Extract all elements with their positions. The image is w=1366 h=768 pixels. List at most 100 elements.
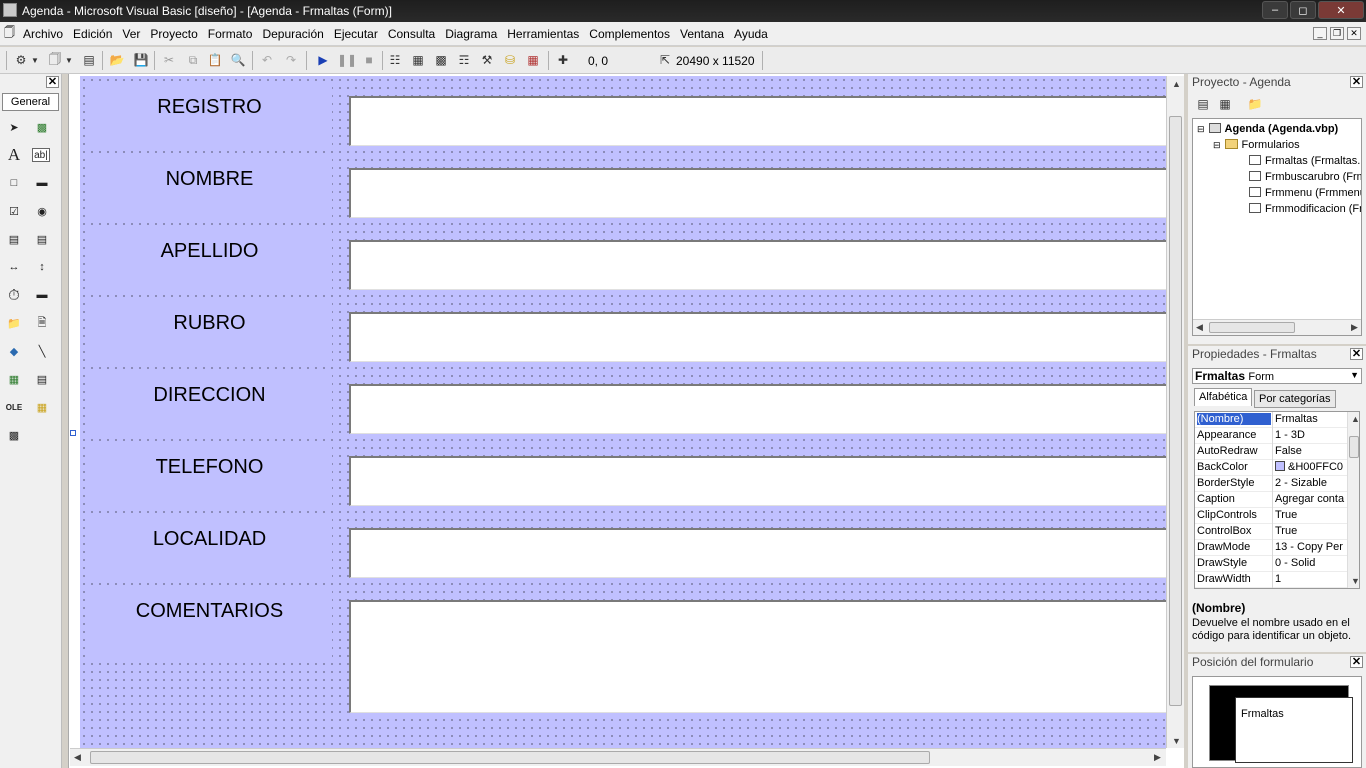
scroll-up-icon[interactable]: ▲: [1172, 79, 1181, 89]
save-icon[interactable]: 💾: [132, 51, 150, 69]
menu-archivo[interactable]: Archivo: [23, 27, 63, 41]
data-view-icon[interactable]: ⛁: [501, 51, 519, 69]
find-icon[interactable]: 🔍: [229, 51, 247, 69]
mdi-minimize-button[interactable]: _: [1313, 27, 1327, 40]
textbox-nombre[interactable]: [349, 168, 1166, 218]
properties-close-icon[interactable]: ✕: [1350, 348, 1363, 360]
prop-row-appearance[interactable]: Appearance 1 - 3D: [1195, 428, 1347, 444]
prop-row-caption[interactable]: Caption Agregar conta: [1195, 492, 1347, 508]
custom-control-2-icon[interactable]: ▩: [4, 425, 24, 445]
menu-ejecutar[interactable]: Ejecutar: [334, 27, 378, 41]
hscrollbar-icon[interactable]: ↔: [4, 257, 24, 277]
menu-herramientas[interactable]: Herramientas: [507, 27, 579, 41]
form-preview[interactable]: Frmaltas: [1235, 697, 1353, 763]
prop-value[interactable]: False: [1275, 445, 1345, 457]
cut-icon[interactable]: ✂: [160, 51, 178, 69]
scroll-right-icon[interactable]: ▶: [1351, 322, 1358, 333]
prop-row-nombre[interactable]: (Nombre) Frmaltas: [1195, 412, 1347, 428]
label-apellido[interactable]: APELLIDO: [87, 230, 332, 294]
toggle-folders-icon[interactable]: 📁: [1246, 95, 1264, 113]
scroll-down-icon[interactable]: ▼: [1172, 736, 1181, 746]
prop-row-clipcontrols[interactable]: ClipControls True: [1195, 508, 1347, 524]
prop-value[interactable]: 1: [1275, 573, 1345, 585]
data-icon[interactable]: ▤: [32, 369, 52, 389]
tab-alfabetica[interactable]: Alfabética: [1194, 388, 1253, 406]
prop-row-drawstyle[interactable]: DrawStyle 0 - Solid: [1195, 556, 1347, 572]
minimize-button[interactable]: –: [1262, 1, 1288, 19]
vscrollbar-icon[interactable]: ↕: [32, 257, 52, 277]
pause-icon[interactable]: ❚❚: [337, 51, 357, 69]
ole-icon[interactable]: OLE: [4, 397, 24, 417]
designer-horizontal-scrollbar[interactable]: ◀ ▶: [70, 748, 1166, 766]
object-browser-icon[interactable]: ☶: [455, 51, 473, 69]
prop-row-backcolor[interactable]: BackColor &H00FFC0: [1195, 460, 1347, 476]
textbox-localidad[interactable]: [349, 528, 1166, 578]
textbox-icon[interactable]: ab|: [32, 148, 50, 162]
label-registro[interactable]: REGISTRO: [87, 86, 332, 150]
scroll-down-icon[interactable]: ▼: [1351, 576, 1359, 586]
maximize-button[interactable]: ◻: [1290, 1, 1316, 19]
project-horizontal-scrollbar[interactable]: ◀ ▶: [1193, 319, 1361, 335]
properties-scroll-thumb[interactable]: [1349, 436, 1359, 458]
image-icon[interactable]: ▦: [4, 369, 24, 389]
horizontal-scroll-thumb[interactable]: [90, 751, 930, 764]
project-explorer-icon[interactable]: ☷: [386, 51, 404, 69]
toolbox-general-tab[interactable]: General: [2, 93, 59, 111]
prop-value[interactable]: 2 - Sizable: [1275, 477, 1345, 489]
prop-value[interactable]: Agregar conta: [1275, 493, 1345, 505]
listbox-icon[interactable]: ▤: [32, 229, 52, 249]
filelistbox-icon[interactable]: 🗎: [32, 313, 52, 333]
component-manager-icon[interactable]: ▦: [524, 51, 542, 69]
mdi-close-button[interactable]: ✕: [1347, 27, 1361, 40]
prop-row-autoredraw[interactable]: AutoRedraw False: [1195, 444, 1347, 460]
combobox-icon[interactable]: ▤: [4, 229, 24, 249]
scroll-right-icon[interactable]: ▶: [1154, 752, 1161, 763]
form-frmaltas[interactable]: REGISTRO NOMBRE APELLIDO RUBRO DIRECCION…: [80, 76, 1166, 748]
line-icon[interactable]: ╲: [32, 341, 52, 361]
form-layout-close-icon[interactable]: ✕: [1350, 656, 1363, 668]
prop-row-drawwidth[interactable]: DrawWidth 1: [1195, 572, 1347, 588]
prop-row-drawmode[interactable]: DrawMode 13 - Copy Per: [1195, 540, 1347, 556]
prop-row-borderstyle[interactable]: BorderStyle 2 - Sizable: [1195, 476, 1347, 492]
chevron-down-icon[interactable]: ▼: [30, 51, 40, 69]
menu-proyecto[interactable]: Proyecto: [150, 27, 197, 41]
start-icon[interactable]: ▶: [314, 51, 332, 69]
label-comentarios[interactable]: COMENTARIOS: [87, 590, 332, 660]
label-localidad[interactable]: LOCALIDAD: [87, 518, 332, 582]
properties-window-icon[interactable]: ▦: [409, 51, 427, 69]
copy-icon[interactable]: ⧉: [184, 51, 202, 69]
scroll-left-icon[interactable]: ◀: [1196, 322, 1203, 333]
label-icon[interactable]: A: [4, 145, 24, 165]
tree-folder[interactable]: ⊟ Formularios: [1213, 139, 1300, 151]
project-scroll-thumb[interactable]: [1209, 322, 1295, 333]
textbox-apellido[interactable]: [349, 240, 1166, 290]
textbox-direccion[interactable]: [349, 384, 1166, 434]
toolbox-close-icon[interactable]: ✕: [46, 76, 59, 88]
add-project-icon[interactable]: ⚙: [12, 51, 30, 69]
menu-consulta[interactable]: Consulta: [388, 27, 435, 41]
redo-icon[interactable]: ↷: [282, 51, 300, 69]
chevron-down-icon[interactable]: ▼: [64, 51, 74, 69]
open-folder-icon[interactable]: 📂: [108, 51, 126, 69]
label-nombre[interactable]: NOMBRE: [87, 158, 332, 222]
view-code-icon[interactable]: ▤: [1194, 95, 1212, 113]
designer-vertical-scrollbar[interactable]: ▲ ▼: [1166, 76, 1184, 748]
project-close-icon[interactable]: ✕: [1350, 76, 1363, 88]
shape-icon[interactable]: ◆: [4, 341, 24, 361]
prop-row-controlbox[interactable]: ControlBox True: [1195, 524, 1347, 540]
checkbox-icon[interactable]: ☑: [4, 201, 24, 221]
stop-icon[interactable]: ■: [360, 51, 378, 69]
vertical-scroll-thumb[interactable]: [1169, 116, 1182, 706]
form-layout-icon[interactable]: ▩: [432, 51, 450, 69]
textbox-telefono[interactable]: [349, 456, 1166, 506]
prop-value[interactable]: True: [1275, 509, 1345, 521]
menu-diagrama[interactable]: Diagrama: [445, 27, 497, 41]
mdi-restore-button[interactable]: ❐: [1330, 27, 1344, 40]
dirlistbox-icon[interactable]: 📁: [4, 313, 24, 333]
menu-depuracion[interactable]: Depuración: [262, 27, 323, 41]
paste-icon[interactable]: 📋: [206, 51, 224, 69]
label-telefono[interactable]: TELEFONO: [87, 446, 332, 510]
timer-icon[interactable]: ⏱: [4, 285, 24, 305]
tree-item-frmmodificacion[interactable]: Frmmodificacion (Fr: [1249, 203, 1361, 215]
frame-icon[interactable]: □: [4, 173, 24, 193]
